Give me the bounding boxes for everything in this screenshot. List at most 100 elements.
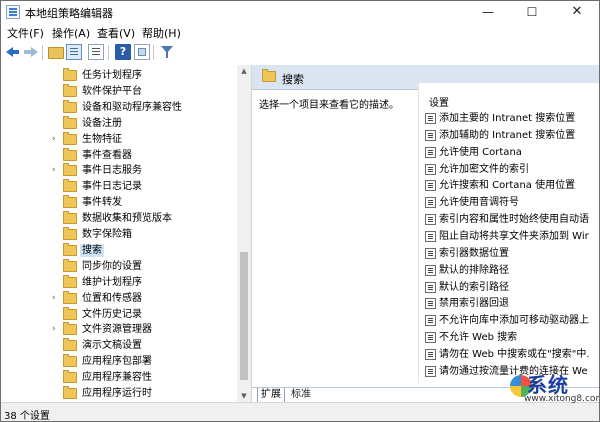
tree-item[interactable]: › 事件日志服务 — [1, 163, 237, 178]
policy-setting-icon — [425, 197, 436, 209]
tree-item[interactable]: 应用程序包部署 — [1, 354, 237, 369]
tree-item[interactable]: 任务计划程序 — [1, 68, 237, 83]
maximize-button[interactable]: ☐ — [511, 1, 553, 23]
chevron-right-icon[interactable]: › — [52, 322, 56, 337]
back-arrow-icon[interactable] — [5, 44, 21, 60]
tree-item[interactable]: 事件转发 — [1, 195, 237, 210]
tree-item-label: 事件日志服务 — [82, 165, 142, 177]
menu-file[interactable]: 文件(F) — [7, 25, 44, 41]
properties-icon[interactable] — [134, 44, 150, 60]
tree-item-label: 数据收集和预览版本 — [82, 213, 172, 225]
gpedit-window: 本地组策略编辑器 — ☐ ✕ 文件(F) 操作(A) 查看(V) 帮助(H) ?… — [0, 0, 600, 422]
scroll-up-icon[interactable]: ▲ — [237, 65, 251, 77]
setting-row[interactable]: 默认的索引路径 — [425, 280, 599, 296]
tree-item[interactable]: 数据收集和预览版本 — [1, 211, 237, 226]
setting-row[interactable]: 允许搜索和 Cortana 使用位置 — [425, 178, 599, 194]
tree-item-label: 维护计划程序 — [82, 276, 142, 288]
setting-row[interactable]: 默认的排除路径 — [425, 263, 599, 279]
folder-icon — [63, 211, 77, 225]
scroll-thumb[interactable] — [240, 252, 248, 380]
settings-column-header[interactable]: 设置 — [429, 94, 449, 109]
tree-item[interactable]: 设备和驱动程序兼容性 — [1, 99, 237, 115]
tree-item-label: 事件查看器 — [82, 149, 132, 161]
menu-help[interactable]: 帮助(H) — [142, 25, 181, 41]
policy-setting-icon — [425, 247, 436, 259]
setting-row[interactable]: 允许使用 Cortana — [425, 145, 599, 161]
tree-item[interactable]: › 文件资源管理器 — [1, 322, 237, 337]
setting-row[interactable]: 允许使用音调符号 — [425, 195, 599, 211]
tab-extended[interactable]: 扩展 — [257, 388, 285, 402]
tree-item[interactable]: › 生物特征 — [1, 131, 237, 147]
setting-row[interactable]: 添加主要的 Intranet 搜索位置 — [425, 111, 599, 127]
tab-standard[interactable]: 标准 — [288, 388, 314, 402]
tree-item[interactable]: 搜索 — [1, 242, 237, 258]
tree-item-label: 同步你的设置 — [82, 260, 142, 272]
toolbar-separator — [42, 45, 43, 60]
window-title: 本地组策略编辑器 — [25, 7, 113, 20]
settings-list: 设置 添加主要的 Intranet 搜索位置 添加辅助的 Intranet 搜索位… — [418, 83, 599, 383]
policy-setting-icon — [425, 298, 436, 310]
setting-row[interactable]: 索引内容和属性时始终使用自动语 — [425, 212, 599, 228]
list-icon[interactable] — [88, 44, 104, 60]
tree-item-label: 设备和驱动程序兼容性 — [82, 101, 182, 113]
folder-icon — [63, 99, 77, 113]
app-icon — [6, 5, 20, 19]
setting-row[interactable]: 不允许向库中添加可移动驱动器上 — [425, 313, 599, 329]
setting-label: 阻止自动将共享文件夹添加到 Wir — [439, 230, 589, 242]
tree-item[interactable]: 设备注册 — [1, 115, 237, 131]
tree-item[interactable]: 维护计划程序 — [1, 274, 237, 290]
scroll-down-icon[interactable]: ▼ — [237, 390, 251, 402]
setting-row[interactable]: 索引器数据位置 — [425, 246, 599, 262]
help-icon[interactable]: ? — [115, 44, 131, 60]
policy-setting-icon — [425, 365, 436, 377]
tree-item[interactable]: 事件查看器 — [1, 147, 237, 163]
tree-item-label: 文件资源管理器 — [82, 324, 152, 336]
minimize-button[interactable]: — — [467, 1, 509, 23]
filter-icon[interactable] — [159, 44, 175, 60]
chevron-right-icon[interactable]: › — [52, 163, 56, 178]
tree-item-label: 事件转发 — [82, 197, 122, 209]
setting-row[interactable]: 禁用索引器回退 — [425, 296, 599, 312]
folder-up-icon[interactable] — [48, 47, 64, 59]
policy-setting-icon — [425, 113, 436, 124]
setting-row[interactable]: 请勿在 Web 中搜索或在"搜索"中. — [425, 347, 599, 363]
tree-item[interactable]: 同步你的设置 — [1, 258, 237, 274]
setting-row[interactable]: 允许加密文件的索引 — [425, 162, 599, 178]
tree-item[interactable]: 演示文稿设置 — [1, 338, 237, 353]
setting-row[interactable]: 不允许 Web 搜索 — [425, 330, 599, 346]
tree-pane[interactable]: 任务计划程序软件保护平台设备和驱动程序兼容性设备注册 › 生物特征事件查看器 › 事件日… — [1, 65, 252, 402]
folder-icon — [63, 68, 77, 81]
tree-item[interactable]: 数字保险箱 — [1, 227, 237, 242]
tree-item[interactable]: 软件保护平台 — [1, 83, 237, 99]
tree-item[interactable]: 文件历史记录 — [1, 306, 237, 322]
tree-item-label: 事件日志记录 — [82, 181, 142, 193]
setting-label: 允许搜索和 Cortana 使用位置 — [439, 180, 576, 192]
tree-scrollbar[interactable]: ▲ ▼ — [237, 65, 251, 402]
toolbar-separator — [108, 45, 109, 60]
tree-item[interactable]: 应用程序运行时 — [1, 386, 237, 401]
forward-arrow-icon[interactable] — [23, 44, 39, 60]
tree-item[interactable]: 应用程序兼容性 — [1, 370, 237, 385]
menu-action[interactable]: 操作(A) — [52, 25, 90, 41]
watermark: 系统 www.xitong8.com — [475, 369, 599, 409]
chevron-right-icon[interactable]: › — [52, 291, 56, 306]
setting-row[interactable]: 阻止自动将共享文件夹添加到 Wir — [425, 229, 599, 245]
policy-setting-icon — [425, 180, 436, 192]
detail-title: 搜索 — [282, 73, 304, 86]
tree-item-label: 搜索 — [80, 243, 104, 257]
setting-label: 允许使用音调符号 — [439, 197, 519, 209]
folder-icon — [63, 258, 77, 272]
toolbar-separator — [153, 45, 154, 60]
tree-item[interactable]: › 位置和传感器 — [1, 290, 237, 306]
chevron-right-icon[interactable]: › — [52, 132, 56, 147]
tree-item[interactable]: 事件日志记录 — [1, 179, 237, 194]
menu-view[interactable]: 查看(V) — [97, 25, 135, 41]
setting-row[interactable]: 添加辅助的 Intranet 搜索位置 — [425, 128, 599, 144]
folder-icon — [63, 306, 77, 320]
show-hide-tree-icon[interactable] — [66, 44, 82, 60]
detail-pane: 搜索 选择一个项目来查看它的描述。 设置 添加主要的 Intranet 搜索位置… — [252, 65, 599, 402]
folder-icon — [63, 290, 77, 304]
tree-item-label: 软件保护平台 — [82, 85, 142, 97]
close-button[interactable]: ✕ — [556, 1, 598, 23]
setting-label: 禁用索引器回退 — [439, 298, 509, 310]
